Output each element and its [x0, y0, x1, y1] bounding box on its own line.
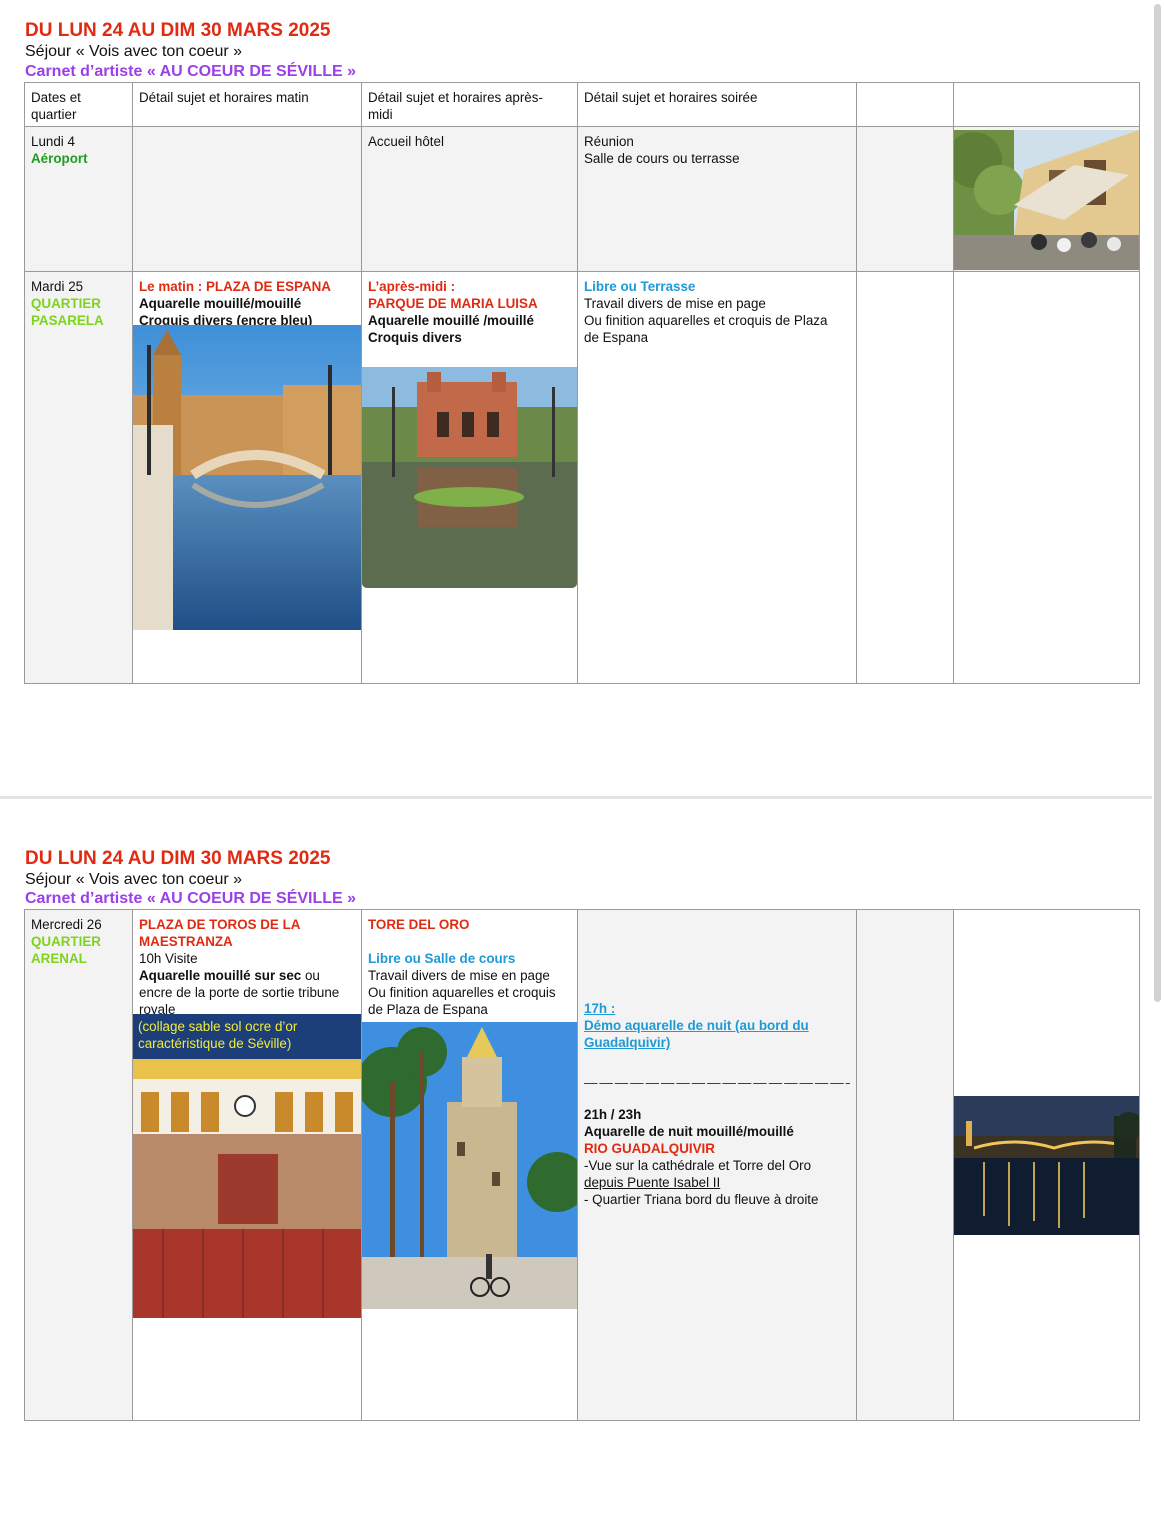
- mercredi-quartier-1: QUARTIER: [31, 934, 101, 949]
- mardi-quartier-2: PASARELA: [31, 313, 104, 328]
- mercredi-soir-21h: 21h / 23h: [584, 1107, 642, 1122]
- header-empty-cell-6: [954, 83, 1139, 127]
- torre-del-oro-photo: [362, 1022, 577, 1309]
- mercredi-am-line-1: Travail divers de mise en page: [368, 968, 550, 983]
- mercredi-matin-technique: Aquarelle mouillé sur sec: [139, 968, 302, 983]
- mardi-am-prefix: L’après-midi :: [368, 279, 456, 294]
- mardi-empty-cell-5: [857, 272, 954, 683]
- mardi-am-croquis: Croquis divers: [368, 330, 462, 345]
- lundi-soiree-cell: Réunion Salle de cours ou terrasse: [578, 127, 857, 272]
- mercredi-matin-title-2: MAESTRANZA: [139, 934, 233, 949]
- mercredi-am-title: TORE DEL ORO: [368, 917, 470, 932]
- carnet-title-2: Carnet d’artiste « AU COEUR DE SÉVILLE »: [25, 890, 357, 907]
- mercredi-soir-view-1: -Vue sur la cathédrale et Torre del Oro: [584, 1158, 812, 1173]
- mardi-matin-place: PLAZA DE ESPANA: [205, 279, 331, 294]
- schedule-table-1: Dates et quartier Détail sujet et horair…: [24, 82, 1140, 684]
- vertical-scrollbar[interactable]: [1152, 0, 1164, 1521]
- lundi-day: Lundi 4: [31, 134, 75, 149]
- mercredi-matin-encre: encre de la porte de sortie tribune: [139, 985, 340, 1000]
- mardi-matin-title: Le matin : PLAZA DE ESPANA: [139, 278, 355, 295]
- header-quartier-text: quartier: [31, 107, 77, 122]
- mardi-soir-line-2: Travail divers de mise en page: [584, 296, 766, 311]
- header-am-text-1: Détail sujet et horaires après-: [368, 90, 543, 105]
- mardi-soir-line-3: Ou finition aquarelles et croquis de Pla…: [584, 313, 828, 328]
- sejour-subtitle-2: Séjour « Vois avec ton coeur »: [25, 871, 243, 888]
- mercredi-matin-cell: PLAZA DE TOROS DE LA MAESTRANZA 10h Visi…: [133, 910, 362, 1420]
- parque-maria-luisa-photo: [362, 367, 577, 588]
- collage-note-1: (collage sable sol ocre d’or: [138, 1019, 298, 1034]
- mercredi-quartier-2: ARENAL: [31, 951, 87, 966]
- mercredi-soir-demo-2: Guadalquivir): [584, 1035, 671, 1050]
- mercredi-soir-17h: 17h :: [584, 1001, 616, 1016]
- header-dates-cell: Dates et quartier: [25, 83, 133, 127]
- mardi-am-place: PARQUE DE MARIA LUISA: [368, 296, 538, 311]
- mardi-matin-technique: Aquarelle mouillé/mouillé: [139, 296, 302, 311]
- mercredi-soir-view-2: depuis Puente Isabel II: [584, 1175, 721, 1190]
- date-range-heading-2: DU LUN 24 AU DIM 30 MARS 2025: [25, 848, 331, 869]
- header-soiree-cell: Détail sujet et horaires soirée: [578, 83, 857, 127]
- lundi-matin-cell: [133, 127, 362, 272]
- collage-note-2: caractéristique de Séville): [138, 1036, 292, 1051]
- mardi-date-cell: Mardi 25 QUARTIER PASARELA: [25, 272, 133, 683]
- header-empty-cell-5: [857, 83, 954, 127]
- mercredi-soir-night: Aquarelle de nuit mouillé/mouillé: [584, 1124, 794, 1139]
- mercredi-am-line-2: Ou finition aquarelles et croquis: [368, 985, 556, 1000]
- header-matin-cell: Détail sujet et horaires matin: [133, 83, 362, 127]
- mercredi-soir-view-3: - Quartier Triana bord du fleuve à droit…: [584, 1192, 819, 1207]
- mercredi-matin-visit: 10h Visite: [139, 951, 198, 966]
- mercredi-soiree-cell: 17h : Démo aquarelle de nuit (au bord du…: [578, 910, 857, 1420]
- scrollbar-thumb[interactable]: [1154, 4, 1161, 1002]
- header-am-text-2: midi: [368, 107, 393, 122]
- lundi-salle: Salle de cours ou terrasse: [584, 151, 740, 166]
- lundi-quartier: Aéroport: [31, 151, 88, 166]
- sejour-subtitle: Séjour « Vois avec ton coeur »: [25, 43, 243, 60]
- lundi-apres-midi-cell: Accueil hôtel: [362, 127, 578, 272]
- lundi-empty-cell: [857, 127, 954, 272]
- mardi-matin-prefix: Le matin :: [139, 279, 206, 294]
- schedule-table-2: Mercredi 26 QUARTIER ARENAL PLAZA DE TOR…: [24, 909, 1140, 1421]
- carnet-title: Carnet d’artiste « AU COEUR DE SÉVILLE »: [25, 63, 357, 80]
- mercredi-matin-title-1: PLAZA DE TOROS DE LA: [139, 917, 301, 932]
- header-dates-text: Dates et: [31, 90, 81, 105]
- document-page-1: DU LUN 24 AU DIM 30 MARS 2025 Séjour « V…: [0, 0, 1152, 797]
- mardi-matin-cell: Le matin : PLAZA DE ESPANA Aquarelle mou…: [133, 272, 362, 683]
- lundi-photo-cell: [954, 127, 1139, 272]
- hotel-street-photo: [954, 130, 1139, 270]
- plaza-de-toros-photo: (collage sable sol ocre d’or caractérist…: [133, 1014, 361, 1318]
- mardi-day: Mardi 25: [31, 279, 84, 294]
- mercredi-matin-ou: ou: [301, 968, 320, 983]
- mardi-soir-line-4: de Espana: [584, 330, 649, 345]
- plaza-de-espana-photo: [133, 325, 361, 630]
- mercredi-day: Mercredi 26: [31, 917, 102, 932]
- mercredi-soir-dash-separator: ————————————————————: [584, 1075, 850, 1090]
- collage-note: (collage sable sol ocre d’or caractérist…: [138, 1018, 348, 1052]
- mercredi-photo-cell: [954, 910, 1139, 1420]
- mardi-empty-cell-6: [954, 272, 1139, 683]
- header-apres-midi-cell: Détail sujet et horaires après- midi: [362, 83, 578, 127]
- mercredi-am-sub: Libre ou Salle de cours: [368, 951, 516, 966]
- mardi-apres-midi-cell: L’après-midi : PARQUE DE MARIA LUISA Aqu…: [362, 272, 578, 683]
- mercredi-soir-demo-1: Démo aquarelle de nuit (au bord du: [584, 1018, 809, 1033]
- mercredi-date-cell: Mercredi 26 QUARTIER ARENAL: [25, 910, 133, 1420]
- mercredi-am-line-3: de Plaza de Espana: [368, 1002, 488, 1017]
- lundi-reunion: Réunion: [584, 134, 634, 149]
- mardi-soiree-cell: Libre ou Terrasse Travail divers de mise…: [578, 272, 857, 683]
- mercredi-apres-midi-cell: TORE DEL ORO Libre ou Salle de cours Tra…: [362, 910, 578, 1420]
- mardi-soir-title: Libre ou Terrasse: [584, 279, 696, 294]
- mardi-quartier-1: QUARTIER: [31, 296, 101, 311]
- mercredi-soir-river: RIO GUADALQUIVIR: [584, 1141, 715, 1156]
- lundi-date-cell: Lundi 4 Aéroport: [25, 127, 133, 272]
- guadalquivir-night-photo: [954, 1096, 1139, 1235]
- mardi-am-technique: Aquarelle mouillé /mouillé: [368, 313, 534, 328]
- document-page-2: DU LUN 24 AU DIM 30 MARS 2025 Séjour « V…: [0, 798, 1152, 1521]
- mercredi-empty-cell-5: [857, 910, 954, 1420]
- date-range-heading: DU LUN 24 AU DIM 30 MARS 2025: [25, 20, 331, 41]
